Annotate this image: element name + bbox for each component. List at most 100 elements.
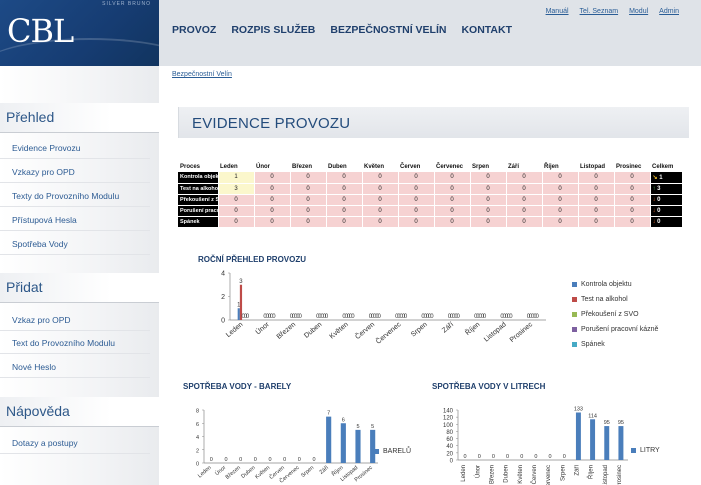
sidebar-item-label: Dotazy a postupy — [12, 438, 78, 448]
table-cell: 0 — [470, 216, 507, 228]
data-label: 133 — [574, 407, 583, 413]
table-header-cell: Červenec — [434, 162, 470, 172]
page-title-bar: EVIDENCE PROVOZU — [178, 107, 689, 138]
link-manual[interactable]: Manuál — [546, 8, 569, 15]
link-admin[interactable]: Admin — [659, 8, 679, 15]
logo-subtext: SILVER BRUNO — [102, 1, 151, 7]
sidebar-item-pristupova-hesla[interactable]: Přístupová Hesla — [0, 209, 150, 231]
logo[interactable]: CBL SILVER BRUNO — [0, 0, 159, 66]
legend-label: Spánek — [581, 341, 605, 348]
x-tick-label: Květen — [254, 465, 271, 481]
divider — [0, 302, 159, 303]
table-cell: 0 — [362, 205, 399, 217]
data-label: 0 — [563, 454, 566, 460]
bar-barelů — [326, 416, 332, 463]
total-cell: ↓ 0 — [650, 194, 683, 206]
nav-bezpecnostni-velin[interactable]: BEZPEČNOSTNÍ VELÍN — [330, 24, 446, 36]
y-tick-label: 0 — [450, 459, 454, 465]
x-tick-label: Březen — [225, 465, 242, 481]
sidebar-item-evidence-provozu[interactable]: Evidence Provozu — [0, 137, 150, 159]
breadcrumb[interactable]: Bezpečnostní Velín — [172, 71, 232, 78]
nav-rozpis-sluzeb[interactable]: ROZPIS SLUŽEB — [231, 24, 315, 36]
sidebar-item-vzkazy-pro-opd[interactable]: Vzkazy pro OPD — [0, 161, 150, 183]
table-header-cell: Září — [506, 162, 542, 172]
x-tick-label: Srpen — [560, 465, 566, 481]
chart-legend-rocni: Kontrola objektu Test na alkohol Překoušen… — [572, 277, 658, 352]
bar-barelů — [340, 423, 346, 463]
table-cell: 0 — [506, 205, 543, 217]
table-cell: 0 — [326, 205, 363, 217]
legend-label: Test na alkohol — [581, 296, 628, 303]
table-cell: 0 — [326, 183, 363, 195]
table-cell: 0 — [254, 194, 291, 206]
table-cell: 0 — [506, 172, 543, 184]
chart-legend-barely: BARELŮ — [374, 444, 411, 459]
table-cell: 0 — [434, 216, 471, 228]
table-cell: 0 — [434, 205, 471, 217]
x-tick-label: Duben — [240, 465, 256, 480]
legend-swatch — [572, 312, 577, 317]
table-cell: 1 — [218, 172, 255, 184]
data-label: 3 — [239, 279, 243, 285]
sidebar-item-spotreba-vody[interactable]: Spotřeba Vody — [0, 233, 150, 255]
table-cell: 0 — [470, 205, 507, 217]
table-header-cell: Červen — [398, 162, 434, 172]
sidebar-item-nove-heslo[interactable]: Nové Heslo — [0, 356, 150, 378]
table-row: Překoušení z SVO000000000000↓ 0 — [178, 194, 683, 206]
chart-title-rocni: ROČNÍ PŘEHLED PROVOZU — [198, 255, 307, 264]
table-cell: 0 — [290, 172, 327, 184]
table-cell: 0 — [506, 183, 543, 195]
sidebar-item-texty[interactable]: Texty do Provozního Modulu — [0, 185, 150, 207]
sidebar-item-dotazy[interactable]: Dotazy a postupy — [0, 432, 150, 454]
data-label: 95 — [604, 420, 610, 426]
data-label: 0 — [464, 454, 467, 460]
table-header-cell: Duben — [326, 162, 362, 172]
bar-litry — [604, 426, 610, 460]
link-modul[interactable]: Modul — [629, 8, 648, 15]
table-header-cell: Srpen — [470, 162, 506, 172]
data-label: 0 — [404, 314, 408, 320]
row-label: Kontrola objektu — [178, 172, 219, 184]
table-cell: 0 — [398, 183, 435, 195]
x-tick-label: Srpen — [410, 321, 429, 338]
bar-litry — [590, 419, 596, 460]
table-cell: 0 — [254, 183, 291, 195]
y-tick-label: 140 — [443, 409, 454, 415]
sidebar-item-text-do-modulu[interactable]: Text do Provozního Modulu — [0, 332, 150, 354]
data-label: 0 — [536, 314, 540, 320]
data-label: 0 — [239, 457, 242, 463]
section-title: Přehled — [6, 109, 55, 125]
table-cell: 0 — [290, 205, 327, 217]
y-tick-label: 2 — [196, 448, 199, 454]
link-tel-seznam[interactable]: Tel. Seznam — [580, 8, 619, 15]
data-label: 0 — [268, 457, 271, 463]
x-tick-label: Září — [441, 321, 455, 334]
row-label: Spánek — [178, 216, 219, 228]
data-label: 0 — [210, 457, 213, 463]
sidebar-item-vzkaz-pro-opd[interactable]: Vzkaz pro OPD — [0, 309, 150, 331]
row-label: Překoušení z SVO — [178, 194, 219, 206]
data-label: 0 — [351, 314, 355, 320]
y-tick-label: 60 — [446, 437, 453, 443]
sidebar-item-label: Vzkaz pro OPD — [12, 315, 71, 325]
legend-item: Kontrola objektu — [572, 277, 658, 292]
legend-label: Překoušení z SVO — [581, 311, 639, 318]
sidebar-item-label: Spotřeba Vody — [12, 239, 68, 249]
data-label: 0 — [492, 454, 495, 460]
row-total: 1 — [659, 174, 663, 181]
y-tick-label: 8 — [196, 409, 199, 415]
data-label: 0 — [224, 457, 227, 463]
divider — [0, 132, 159, 133]
table-cell: 0 — [542, 205, 579, 217]
nav-provoz[interactable]: PROVOZ — [172, 24, 216, 36]
data-label: 6 — [342, 417, 345, 423]
y-tick-label: 0 — [196, 462, 199, 468]
y-tick-label: 0 — [221, 318, 225, 325]
table-cell: 0 — [218, 216, 255, 228]
nav-kontakt[interactable]: KONTAKT — [461, 24, 512, 36]
table-cell: 0 — [614, 216, 651, 228]
data-label: 0 — [509, 314, 513, 320]
table-row: Porušení pracovní kázně000000000000↓ 0 — [178, 205, 683, 217]
table-cell: 0 — [434, 194, 471, 206]
row-total: 0 — [657, 218, 661, 225]
